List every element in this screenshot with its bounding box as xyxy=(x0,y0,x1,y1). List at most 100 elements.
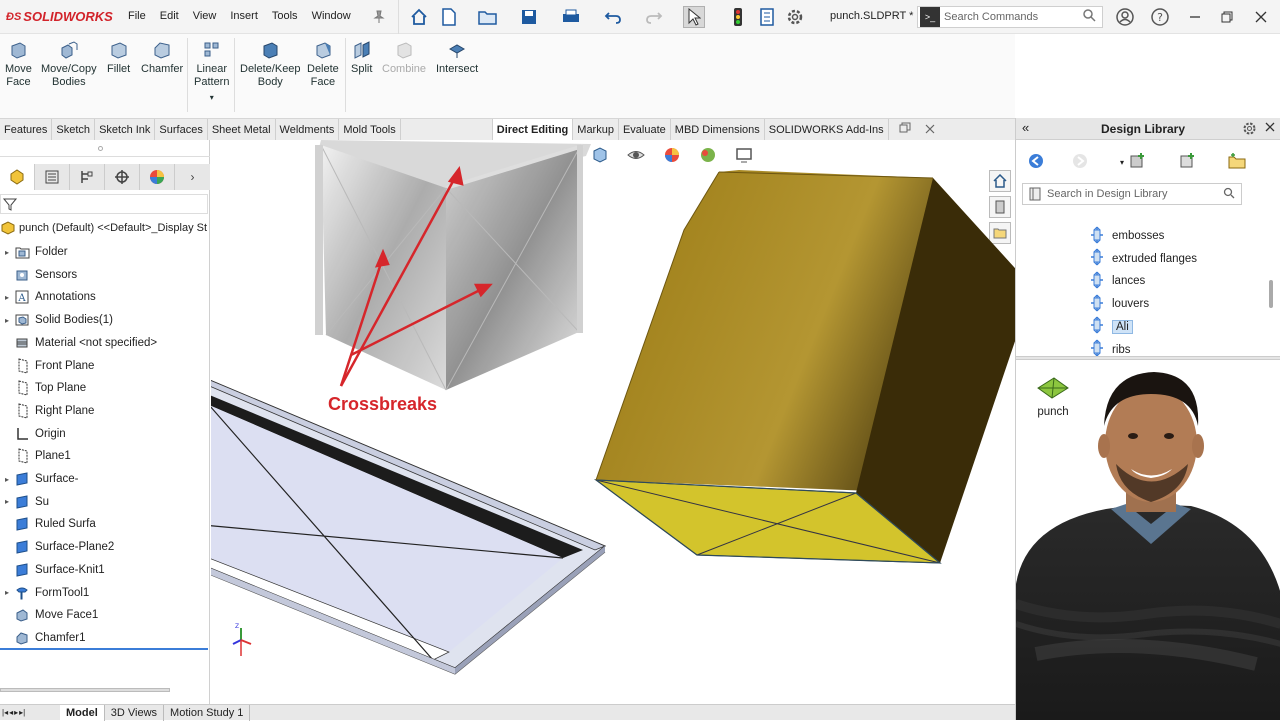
design-library-search-input[interactable]: Search in Design Library xyxy=(1022,183,1242,205)
restore-icon[interactable] xyxy=(1216,6,1238,28)
tree-item-surface-knit1[interactable]: Surface-Knit1 xyxy=(0,560,105,580)
open-folder-icon[interactable] xyxy=(477,6,499,28)
redo-icon[interactable] xyxy=(643,6,665,28)
pin-icon[interactable] xyxy=(368,6,390,28)
move-copy-bodies-button[interactable]: Move/Copy Bodies xyxy=(41,40,97,89)
library-tree-scrollbar[interactable] xyxy=(1269,280,1273,308)
restore-panel-icon[interactable] xyxy=(899,122,911,137)
close-icon[interactable] xyxy=(1250,6,1272,28)
tree-item-origin[interactable]: Origin xyxy=(0,424,66,444)
tree-item-top-plane[interactable]: Top Plane xyxy=(0,378,86,398)
menu-insert[interactable]: Insert xyxy=(230,10,258,22)
tree-item-plane1[interactable]: Plane1 xyxy=(0,446,71,466)
panel-grip-icon[interactable] xyxy=(98,146,103,151)
intersect-button[interactable]: Intersect xyxy=(436,40,478,76)
combine-button[interactable]: Combine xyxy=(382,40,426,76)
tree-item-folder[interactable]: ▸ Folder xyxy=(0,242,68,262)
tab-3d-views[interactable]: 3D Views xyxy=(105,705,165,721)
chevron-down-icon[interactable]: ▾ xyxy=(210,91,214,104)
last-tab-icon[interactable]: ▸| xyxy=(19,708,25,717)
tree-item-front-plane[interactable]: Front Plane xyxy=(0,356,94,376)
delete-keep-body-button[interactable]: Delete/Keep Body xyxy=(240,40,301,89)
chamfer-button[interactable]: Chamfer xyxy=(141,40,183,76)
back-icon[interactable] xyxy=(1028,153,1044,172)
rollback-bar[interactable] xyxy=(0,648,208,650)
tree-item-solid-bodies-1[interactable]: ▸ Solid Bodies(1) xyxy=(0,310,113,330)
search-commands-input[interactable]: >_ Search Commands xyxy=(917,6,1103,28)
first-tab-icon[interactable]: |◂ xyxy=(2,708,8,717)
traffic-light-icon[interactable] xyxy=(727,6,749,28)
tree-item-formtool1[interactable]: ▸ FormTool1 xyxy=(0,583,89,603)
tree-item-move-face1[interactable]: Move Face1 xyxy=(0,605,98,625)
file-properties-icon[interactable] xyxy=(756,6,778,28)
tab-direct-editing[interactable]: Direct Editing xyxy=(492,119,574,141)
tab-solidworks-add-ins[interactable]: SOLIDWORKS Add-Ins xyxy=(765,119,889,141)
tab-sketch-ink[interactable]: Sketch Ink xyxy=(95,119,156,141)
tab-mold-tools[interactable]: Mold Tools xyxy=(339,119,401,141)
tab-features[interactable]: Features xyxy=(0,119,53,141)
expand-arrow-icon[interactable]: ▸ xyxy=(0,316,14,325)
add-to-library-icon[interactable] xyxy=(1128,152,1146,173)
tree-item-ruled-surfa[interactable]: Ruled Surfa xyxy=(0,514,96,534)
tab-sketch[interactable]: Sketch xyxy=(52,119,96,141)
gear-icon[interactable] xyxy=(784,6,806,28)
expand-arrow-icon[interactable]: ▸ xyxy=(0,497,14,506)
tree-filter-input[interactable] xyxy=(0,194,208,214)
print-icon[interactable] xyxy=(560,6,582,28)
minimize-icon[interactable] xyxy=(1184,6,1206,28)
create-new-folder-icon[interactable] xyxy=(1228,152,1246,173)
tab-markup[interactable]: Markup xyxy=(573,119,619,141)
tree-item-surface-plane2[interactable]: Surface-Plane2 xyxy=(0,537,114,557)
expand-arrow-icon[interactable]: ▸ xyxy=(0,293,14,302)
chevron-down-icon[interactable]: ▾ xyxy=(1120,158,1124,167)
property-manager-tab[interactable] xyxy=(35,164,71,190)
close-icon[interactable] xyxy=(1264,121,1276,136)
move-face-button[interactable]: Move Face xyxy=(5,40,32,89)
delete-face-button[interactable]: Delete Face xyxy=(307,40,339,89)
tree-item-surface[interactable]: ▸ Surface- xyxy=(0,469,78,489)
search-icon[interactable] xyxy=(1223,187,1235,202)
linear-pattern-button[interactable]: Linear Pattern ▾ xyxy=(194,40,229,104)
more-tabs[interactable]: › xyxy=(175,164,210,190)
library-folder-louvers[interactable]: louvers xyxy=(1088,294,1149,314)
expand-arrow-icon[interactable]: ▸ xyxy=(0,475,14,484)
help-icon[interactable]: ? xyxy=(1149,6,1171,28)
new-document-icon[interactable] xyxy=(438,6,460,28)
user-account-icon[interactable] xyxy=(1114,6,1136,28)
tab-hidden[interactable] xyxy=(401,119,493,141)
dimxpert-tab[interactable] xyxy=(105,164,141,190)
expand-arrow-icon[interactable]: ▸ xyxy=(0,248,14,257)
tab-motion-study[interactable]: Motion Study 1 xyxy=(164,705,251,721)
solidworks-logo[interactable]: ƉS SOLIDWORKS xyxy=(6,9,113,24)
tab-surfaces[interactable]: Surfaces xyxy=(155,119,208,141)
library-folder-lances[interactable]: lances xyxy=(1088,271,1145,291)
menu-view[interactable]: View xyxy=(193,10,217,22)
split-button[interactable]: Split xyxy=(351,40,372,76)
tree-root-item[interactable]: punch (Default) <<Default>_Display St xyxy=(0,220,207,236)
prev-tab-icon[interactable]: ◂ xyxy=(9,708,13,717)
expand-arrow-icon[interactable]: ▸ xyxy=(0,588,14,597)
tab-sheet-metal[interactable]: Sheet Metal xyxy=(208,119,276,141)
save-icon[interactable] xyxy=(518,6,540,28)
menu-window[interactable]: Window xyxy=(312,10,351,22)
close-panel-icon[interactable] xyxy=(925,123,935,137)
tree-item-su[interactable]: ▸ Su xyxy=(0,492,49,512)
menu-tools[interactable]: Tools xyxy=(272,10,298,22)
collapse-icon[interactable]: « xyxy=(1022,120,1029,135)
search-icon[interactable] xyxy=(1083,9,1096,25)
tree-item-material-not-specified[interactable]: Material <not specified> xyxy=(0,333,157,353)
gear-icon[interactable] xyxy=(1242,121,1257,139)
fillet-button[interactable]: Fillet xyxy=(107,40,130,76)
library-folder-embosses[interactable]: embosses xyxy=(1088,226,1164,246)
menu-edit[interactable]: Edit xyxy=(160,10,179,22)
undo-icon[interactable] xyxy=(602,6,624,28)
library-folder-ali[interactable]: Ali xyxy=(1088,316,1133,337)
pane-splitter[interactable] xyxy=(1016,356,1280,360)
select-cursor-icon[interactable] xyxy=(683,6,705,28)
library-folder-extruded-flanges[interactable]: extruded flanges xyxy=(1088,248,1197,269)
tab-model[interactable]: Model xyxy=(60,705,105,721)
tab-navigation[interactable]: |◂ ◂ ▸ ▸| xyxy=(0,705,60,720)
forward-icon[interactable] xyxy=(1072,153,1088,172)
next-tab-icon[interactable]: ▸ xyxy=(14,708,18,717)
tree-item-chamfer1[interactable]: Chamfer1 xyxy=(0,628,86,648)
